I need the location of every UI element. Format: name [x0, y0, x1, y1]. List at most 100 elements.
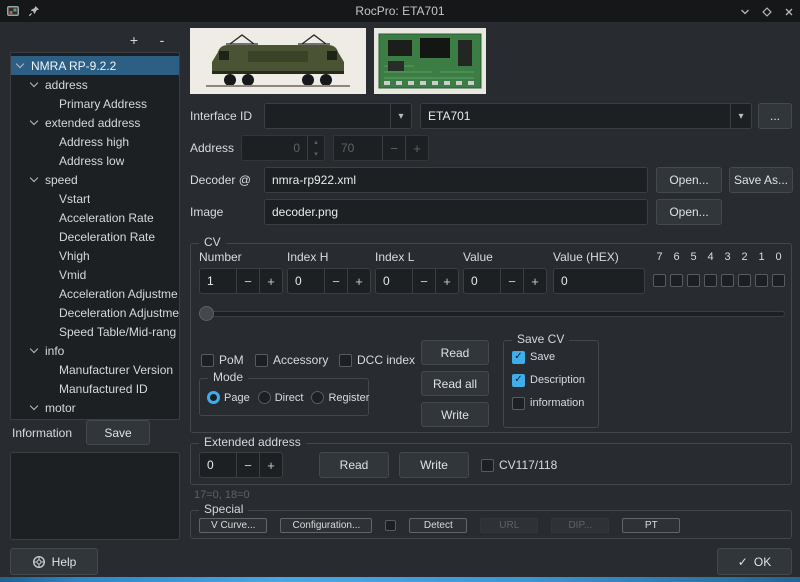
bit-checkbox[interactable] — [721, 274, 734, 287]
more-button[interactable]: ... — [758, 103, 792, 129]
open-decoder-button[interactable]: Open... — [656, 167, 722, 193]
chevron-down-icon[interactable]: ▾ — [390, 104, 411, 128]
slider-handle[interactable] — [199, 306, 214, 321]
save-cv-option-save[interactable]: ✓Save — [512, 349, 585, 365]
cv-read-button[interactable]: Read — [421, 340, 489, 365]
bit-checkbox[interactable] — [738, 274, 751, 287]
increment-button[interactable]: + — [347, 269, 370, 293]
cv-value-value[interactable]: 0 — [464, 269, 500, 293]
checkbox-icon[interactable] — [339, 354, 352, 367]
tree-item[interactable]: address — [11, 75, 179, 94]
increment-button[interactable]: + — [259, 453, 282, 477]
tree-item[interactable]: speed — [11, 170, 179, 189]
tree-item[interactable]: Acceleration Adjustme — [11, 284, 179, 303]
titlebar[interactable]: RocPro: ETA701 — [0, 0, 800, 22]
save-cv-option-description[interactable]: ✓Description — [512, 372, 585, 388]
checkbox-icon[interactable] — [255, 354, 268, 367]
interface-id-combobox[interactable]: ▾ — [264, 103, 412, 129]
pom-checkbox[interactable]: PoM — [201, 352, 244, 368]
bit-checkbox[interactable] — [670, 274, 683, 287]
tree-item[interactable]: motor — [11, 398, 179, 417]
cv-slider[interactable] — [199, 304, 785, 323]
configuration-button[interactable]: Configuration... — [280, 518, 372, 533]
tree-item[interactable]: Address low — [11, 151, 179, 170]
mode-radio-direct[interactable]: Direct — [258, 391, 304, 404]
tree-item[interactable]: Manufactured ID — [11, 379, 179, 398]
pt-button[interactable]: PT — [622, 518, 680, 533]
tree-item[interactable]: Deceleration Rate — [11, 227, 179, 246]
decrement-button[interactable]: − — [324, 269, 347, 293]
image-file-input[interactable]: decoder.png — [264, 199, 648, 225]
ok-button[interactable]: ✓ OK — [717, 548, 792, 575]
radio-icon[interactable] — [311, 391, 324, 404]
tree-add-button[interactable]: + — [122, 32, 146, 48]
accessory-checkbox[interactable]: Accessory — [255, 352, 328, 368]
shade-icon[interactable] — [738, 5, 752, 19]
tree-item[interactable]: Speed Table/Mid-rang — [11, 322, 179, 341]
cv-index-h-value[interactable]: 0 — [288, 269, 324, 293]
chevron-down-icon[interactable]: ▾ — [730, 104, 751, 128]
checkbox-icon[interactable]: ✓ — [512, 374, 525, 387]
increment-button[interactable]: + — [259, 269, 282, 293]
configuration-checkbox[interactable] — [385, 520, 396, 531]
tree-item[interactable]: Deceleration Adjustme — [11, 303, 179, 322]
interface-id-value[interactable] — [265, 104, 390, 128]
bit-checkbox[interactable] — [687, 274, 700, 287]
radio-icon[interactable] — [207, 391, 220, 404]
pin-icon[interactable] — [27, 4, 41, 18]
vcurve-button[interactable]: V Curve... — [199, 518, 267, 533]
tree-item[interactable]: extended address — [11, 113, 179, 132]
detect-button[interactable]: Detect — [409, 518, 467, 533]
decoder-id-combobox[interactable]: ETA701 ▾ — [420, 103, 752, 129]
bit-checkbox[interactable] — [755, 274, 768, 287]
tree-item[interactable]: Acceleration Rate — [11, 208, 179, 227]
cv117-118-checkbox[interactable]: CV117/118 — [481, 457, 557, 473]
tree-item[interactable]: Vhigh — [11, 246, 179, 265]
maximize-icon[interactable] — [760, 5, 774, 19]
decrement-button[interactable]: − — [412, 269, 435, 293]
decrement-button[interactable]: − — [500, 269, 523, 293]
cv-value-hex-input[interactable]: 0 — [553, 268, 645, 294]
chevron-down-icon[interactable] — [30, 345, 38, 353]
tree-item[interactable]: Vstart — [11, 189, 179, 208]
chevron-down-icon[interactable] — [30, 174, 38, 182]
cv-index-h-spinbox[interactable]: 0 − + — [287, 268, 371, 294]
chevron-down-icon[interactable] — [30, 402, 38, 410]
help-button[interactable]: Help — [10, 548, 98, 575]
increment-button[interactable]: + — [435, 269, 458, 293]
mode-radio-register[interactable]: Register — [311, 391, 369, 404]
information-textarea[interactable] — [10, 452, 180, 540]
slider-track[interactable] — [199, 311, 785, 317]
bit-checkbox[interactable] — [772, 274, 785, 287]
chevron-down-icon[interactable] — [16, 60, 24, 68]
open-image-button[interactable]: Open... — [656, 199, 722, 225]
extended-address-value[interactable]: 0 — [200, 453, 236, 477]
extended-write-button[interactable]: Write — [399, 452, 469, 478]
tree-item[interactable]: Primary Address — [11, 94, 179, 113]
extended-read-button[interactable]: Read — [319, 452, 389, 478]
decrement-button[interactable]: − — [236, 453, 259, 477]
tree-item[interactable]: NMRA RP-9.2.2 — [11, 56, 179, 75]
radio-icon[interactable] — [258, 391, 271, 404]
close-icon[interactable] — [782, 5, 796, 19]
increment-button[interactable]: + — [523, 269, 546, 293]
cv-value-spinbox[interactable]: 0 − + — [463, 268, 547, 294]
bit-checkbox[interactable] — [704, 274, 717, 287]
cv-index-l-value[interactable]: 0 — [376, 269, 412, 293]
save-button[interactable]: Save — [86, 420, 150, 445]
save-as-button[interactable]: Save As... — [729, 167, 793, 193]
cv-index-l-spinbox[interactable]: 0 − + — [375, 268, 459, 294]
decrement-button[interactable]: − — [236, 269, 259, 293]
cv-number-spinbox[interactable]: 1 − + — [199, 268, 283, 294]
decoder-file-input[interactable]: nmra-rp922.xml — [264, 167, 648, 193]
tree-item[interactable]: info — [11, 341, 179, 360]
cv-read-all-button[interactable]: Read all — [421, 371, 489, 396]
tree-remove-button[interactable]: - — [150, 32, 174, 48]
cv-write-button[interactable]: Write — [421, 402, 489, 427]
cv-number-value[interactable]: 1 — [200, 269, 236, 293]
tree-item[interactable]: Vmid — [11, 265, 179, 284]
decoder-id-value[interactable]: ETA701 — [421, 104, 730, 128]
checkbox-icon[interactable] — [481, 459, 494, 472]
bit-checkbox[interactable] — [653, 274, 666, 287]
checkbox-icon[interactable] — [201, 354, 214, 367]
